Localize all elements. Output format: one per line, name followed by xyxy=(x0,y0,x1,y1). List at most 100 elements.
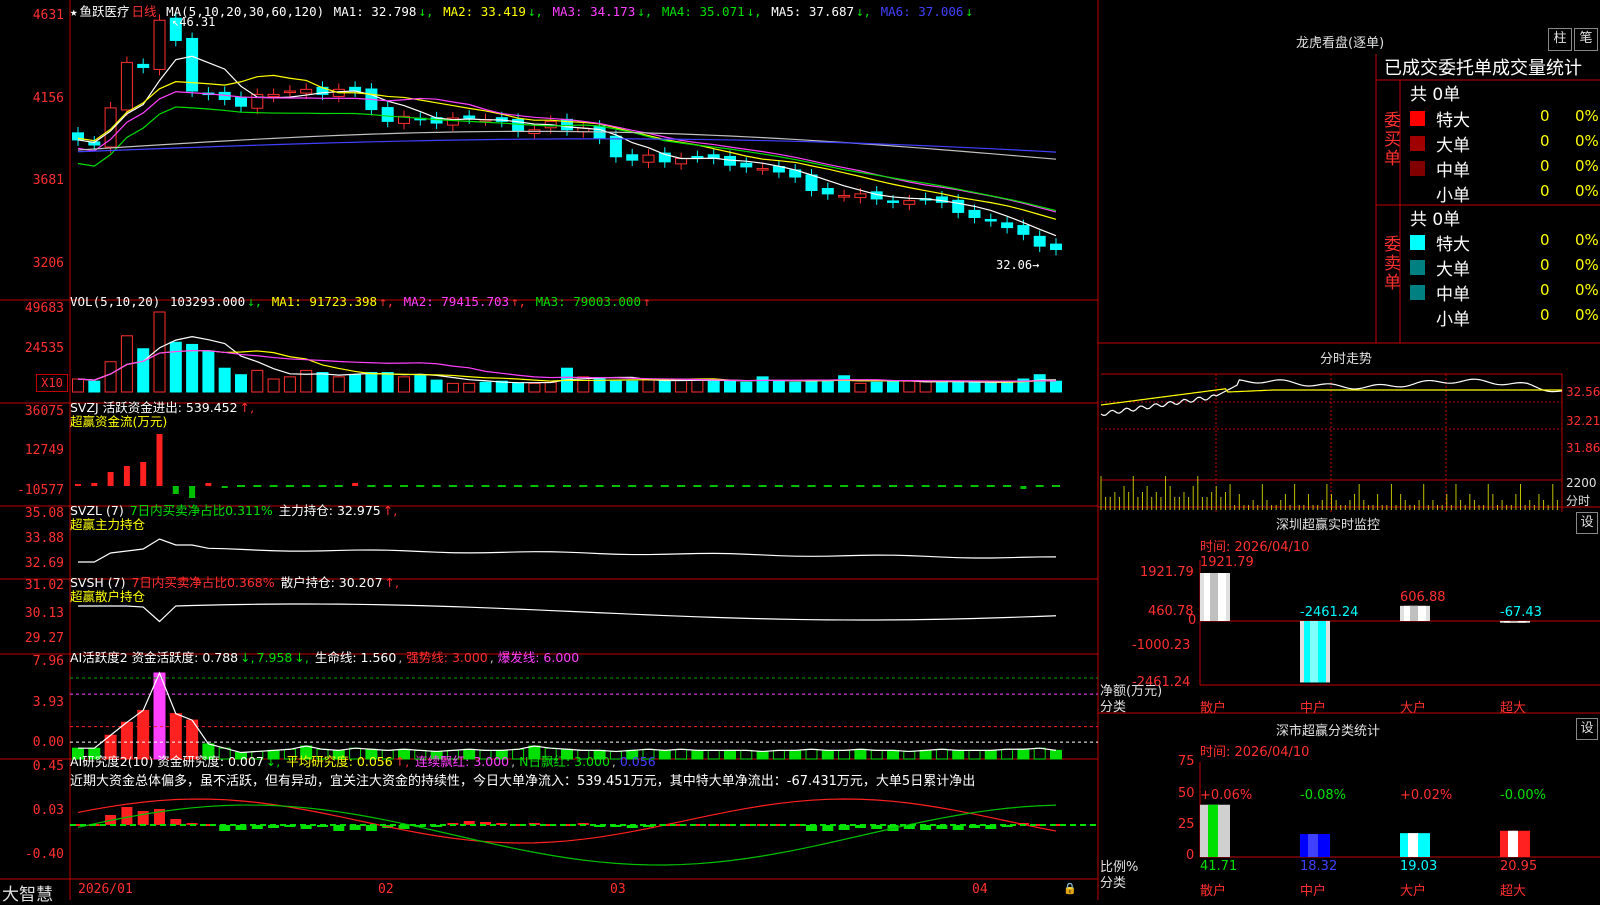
volume-bar xyxy=(512,382,525,393)
lhb-tabs: 已成交委托单成交量统计 xyxy=(1384,54,1582,80)
ai2-ytick: 0.03 xyxy=(32,803,64,818)
ma6-value: MA6: 37.006 xyxy=(880,4,964,19)
candle xyxy=(1033,235,1046,247)
buy-row-pct: 0% xyxy=(1575,182,1599,200)
volume-bar xyxy=(691,379,704,393)
star-icon[interactable]: ★ xyxy=(70,4,78,19)
svzl-subtitle: 超赢主力持仓 xyxy=(70,517,146,532)
tab-orders[interactable]: 委托单 xyxy=(1438,58,1492,79)
svzj-bar xyxy=(840,485,849,487)
ma3-line xyxy=(77,91,1057,213)
candle xyxy=(1050,243,1062,251)
sell-total: 共 0单 xyxy=(1410,210,1461,230)
lock-icon[interactable]: 🔒 xyxy=(1063,882,1077,895)
svzj-bar xyxy=(791,485,800,487)
svzl-ytick: 32.69 xyxy=(24,556,64,571)
sell-row-count: 0 xyxy=(1540,306,1550,324)
tab-traded[interactable]: 已成交 xyxy=(1384,58,1438,79)
ai-activity-bar xyxy=(968,749,981,760)
pen-button[interactable]: 笔 xyxy=(1574,28,1598,51)
ai-activity-bar xyxy=(1001,748,1014,760)
stat-delta-label: +0.06% xyxy=(1200,788,1253,803)
stat-ytick: 0 xyxy=(1186,848,1195,863)
ai-research-green-line xyxy=(77,804,1057,866)
volume-bar xyxy=(887,380,899,393)
fenshi-price: 32.21 xyxy=(1566,414,1600,428)
kline-ytick: 3681 xyxy=(32,173,64,188)
sell-color-swatch xyxy=(1410,235,1425,250)
vol-unit[interactable]: X10 xyxy=(36,374,68,392)
candle xyxy=(887,200,899,203)
candle xyxy=(984,219,997,222)
svzj-bar xyxy=(986,485,995,487)
vol-ytick: 24535 xyxy=(24,341,64,356)
ai-research-bar xyxy=(137,811,149,825)
ai-activity-bar xyxy=(658,749,671,760)
sell-row-count: 0 xyxy=(1540,231,1550,249)
ai-activity-bar xyxy=(919,749,932,760)
stat-ytick: 75 xyxy=(1178,754,1195,769)
ai-activity-bar xyxy=(1050,749,1062,760)
stat-settings-button[interactable]: 设 xyxy=(1576,718,1598,740)
vol-ma2: MA2: 79415.703 xyxy=(403,294,510,309)
stat-bar-highlight xyxy=(1408,833,1418,857)
stat-value-label: 41.71 xyxy=(1200,859,1238,874)
volume-bar xyxy=(789,381,802,393)
buy-color-swatch xyxy=(1410,111,1425,126)
ma3-value: MA3: 34.173 xyxy=(552,4,636,19)
volume-bar xyxy=(88,380,101,393)
svzj-bar xyxy=(758,485,767,487)
stat-delta-label: -0.08% xyxy=(1300,788,1346,803)
volume-bar xyxy=(235,374,247,393)
svzj-bar xyxy=(693,485,702,487)
monitor-value-label: -67.43 xyxy=(1500,605,1542,620)
volume-bar xyxy=(430,379,443,393)
ai2-ytick: 0.45 xyxy=(32,759,64,774)
svzj-bar xyxy=(91,483,98,486)
period-label[interactable]: 日线 xyxy=(132,4,157,19)
bar-button[interactable]: 柱 xyxy=(1548,28,1572,51)
svzj-bar xyxy=(448,485,457,487)
monitor-bar-core xyxy=(1510,621,1518,623)
ai-activity-line xyxy=(78,671,1057,754)
kline-ytick: 4631 xyxy=(32,8,64,23)
sell-section-label: 委卖单 xyxy=(1384,235,1401,293)
stat-category-label: 大户 xyxy=(1400,884,1427,899)
volume-bar xyxy=(772,380,785,393)
svzj-bar xyxy=(1020,486,1027,489)
ai1-ytick: 0.00 xyxy=(32,735,64,750)
svzj-bar xyxy=(546,485,555,487)
buy-color-swatch xyxy=(1410,136,1425,151)
monitor-category-label: 中户 xyxy=(1300,701,1327,716)
sell-row-name: 特大 xyxy=(1436,235,1470,255)
volume-bar xyxy=(984,382,997,393)
svzj-bar xyxy=(302,485,311,487)
svzj-bar xyxy=(660,485,669,487)
svzj-bar xyxy=(774,485,783,487)
ai-activity-bar xyxy=(707,749,720,760)
svzj-bar xyxy=(481,485,490,487)
svzj-bar xyxy=(905,485,914,487)
svzj-bar xyxy=(921,485,930,487)
ai-activity-bar xyxy=(675,748,688,760)
ma4-value: MA4: 35.071 xyxy=(661,4,745,19)
monitor-bar-core xyxy=(1310,621,1318,683)
ma1-value: MA1: 32.798 xyxy=(333,4,417,19)
buy-row-pct: 0% xyxy=(1575,132,1599,150)
svzj-bar xyxy=(1003,485,1012,487)
monitor-ytick: 0 xyxy=(1188,613,1197,628)
monitor-settings-button[interactable]: 设 xyxy=(1576,512,1598,534)
monitor-category-label: 大户 xyxy=(1400,701,1427,716)
fenshi-price-line xyxy=(1100,378,1563,416)
candle xyxy=(1001,222,1014,229)
ma2-value: MA2: 33.419 xyxy=(443,4,526,19)
svzl-line xyxy=(78,538,1057,563)
tab-volume-stats[interactable]: 成交量统计 xyxy=(1492,58,1582,79)
svzj-bar xyxy=(611,485,620,487)
fenshi-vol: 2200 xyxy=(1566,476,1597,490)
volume-bar xyxy=(740,381,753,393)
monitor-time: 时间: 2026/04/10 xyxy=(1200,540,1310,555)
volume-bar xyxy=(821,380,834,393)
fenshi-vol-unit: 分时 xyxy=(1566,494,1591,508)
svzj-bar xyxy=(172,486,179,494)
